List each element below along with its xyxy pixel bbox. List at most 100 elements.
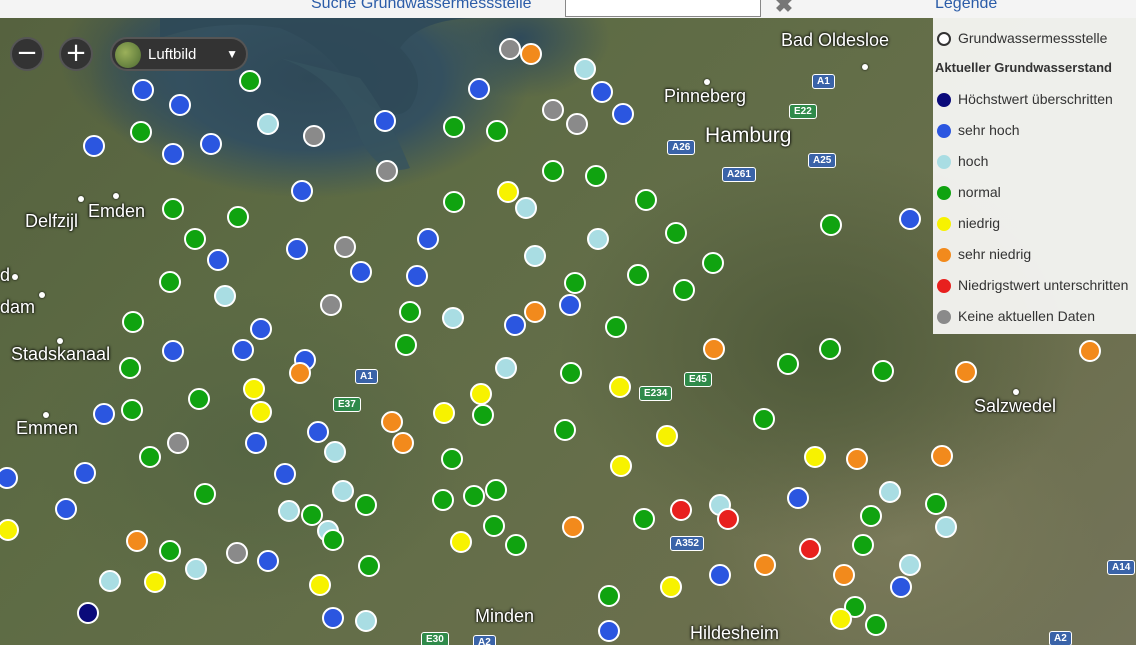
- station-marker-sehr-hoch[interactable]: [162, 340, 184, 362]
- station-marker-sehr-hoch[interactable]: [559, 294, 581, 316]
- station-marker-normal[interactable]: [121, 399, 143, 421]
- search-input[interactable]: [565, 0, 761, 17]
- station-marker-sehr-hoch[interactable]: [612, 103, 634, 125]
- station-marker-normal[interactable]: [188, 388, 210, 410]
- station-marker-normal[interactable]: [463, 485, 485, 507]
- zoom-in-button[interactable]: +: [59, 37, 93, 71]
- station-marker-normal[interactable]: [505, 534, 527, 556]
- station-marker-sehr-hoch[interactable]: [591, 81, 613, 103]
- station-marker-normal[interactable]: [441, 448, 463, 470]
- station-marker-normal[interactable]: [162, 198, 184, 220]
- station-marker-normal[interactable]: [139, 446, 161, 468]
- station-marker-normal[interactable]: [598, 585, 620, 607]
- station-marker-hoch[interactable]: [935, 516, 957, 538]
- station-marker-sehr-niedrig[interactable]: [1079, 340, 1101, 362]
- station-marker-sehr-niedrig[interactable]: [703, 338, 725, 360]
- station-marker-normal[interactable]: [627, 264, 649, 286]
- station-marker-sehr-hoch[interactable]: [890, 576, 912, 598]
- station-marker-sehr-hoch[interactable]: [286, 238, 308, 260]
- station-marker-normal[interactable]: [665, 222, 687, 244]
- station-marker-niedrig[interactable]: [433, 402, 455, 424]
- station-marker-hoch[interactable]: [515, 197, 537, 219]
- station-marker-niedrig[interactable]: [804, 446, 826, 468]
- station-marker-sehr-niedrig[interactable]: [754, 554, 776, 576]
- station-marker-normal[interactable]: [483, 515, 505, 537]
- station-marker-hoch[interactable]: [257, 113, 279, 135]
- station-marker-niedrig[interactable]: [243, 378, 265, 400]
- legend-title[interactable]: Legende: [935, 0, 997, 13]
- station-marker-normal[interactable]: [159, 540, 181, 562]
- station-marker-sehr-niedrig[interactable]: [392, 432, 414, 454]
- station-marker-normal[interactable]: [753, 408, 775, 430]
- station-marker-niedrig[interactable]: [309, 574, 331, 596]
- station-marker-sehr-hoch[interactable]: [899, 208, 921, 230]
- station-marker-normal[interactable]: [702, 252, 724, 274]
- station-marker-normal[interactable]: [925, 493, 947, 515]
- station-marker-hoch[interactable]: [214, 285, 236, 307]
- station-marker-niedrig[interactable]: [144, 571, 166, 593]
- station-marker-normal[interactable]: [358, 555, 380, 577]
- station-marker-hoch[interactable]: [332, 480, 354, 502]
- station-marker-niedrig[interactable]: [610, 455, 632, 477]
- station-marker-niedrig[interactable]: [0, 519, 19, 541]
- station-marker-normal[interactable]: [819, 338, 841, 360]
- station-marker-sehr-niedrig[interactable]: [931, 445, 953, 467]
- station-marker-normal[interactable]: [159, 271, 181, 293]
- station-marker-sehr-hoch[interactable]: [169, 94, 191, 116]
- station-marker-normal[interactable]: [605, 316, 627, 338]
- station-marker-normal[interactable]: [564, 272, 586, 294]
- station-marker-hoechst[interactable]: [77, 602, 99, 624]
- station-marker-sehr-hoch[interactable]: [232, 339, 254, 361]
- station-marker-normal[interactable]: [227, 206, 249, 228]
- station-marker-normal[interactable]: [852, 534, 874, 556]
- station-marker-normal[interactable]: [486, 120, 508, 142]
- station-marker-normal[interactable]: [485, 479, 507, 501]
- station-marker-sehr-niedrig[interactable]: [381, 411, 403, 433]
- station-marker-niedrig[interactable]: [497, 181, 519, 203]
- station-marker-sehr-hoch[interactable]: [83, 135, 105, 157]
- station-marker-normal[interactable]: [633, 508, 655, 530]
- station-marker-hoch[interactable]: [324, 441, 346, 463]
- station-marker-sehr-hoch[interactable]: [274, 463, 296, 485]
- station-marker-hoch[interactable]: [99, 570, 121, 592]
- station-marker-hoch[interactable]: [524, 245, 546, 267]
- station-marker-sehr-hoch[interactable]: [200, 133, 222, 155]
- station-marker-sehr-niedrig[interactable]: [289, 362, 311, 384]
- station-marker-keine[interactable]: [376, 160, 398, 182]
- station-marker-niedrigst[interactable]: [799, 538, 821, 560]
- station-marker-normal[interactable]: [673, 279, 695, 301]
- station-marker-sehr-hoch[interactable]: [245, 432, 267, 454]
- station-marker-sehr-hoch[interactable]: [374, 110, 396, 132]
- station-marker-sehr-hoch[interactable]: [93, 403, 115, 425]
- station-marker-normal[interactable]: [443, 116, 465, 138]
- station-marker-hoch[interactable]: [442, 307, 464, 329]
- station-marker-niedrig[interactable]: [250, 401, 272, 423]
- station-marker-hoch[interactable]: [278, 500, 300, 522]
- station-marker-hoch[interactable]: [355, 610, 377, 632]
- station-marker-sehr-hoch[interactable]: [74, 462, 96, 484]
- station-marker-normal[interactable]: [355, 494, 377, 516]
- station-marker-sehr-hoch[interactable]: [406, 265, 428, 287]
- station-marker-normal[interactable]: [820, 214, 842, 236]
- station-marker-hoch[interactable]: [587, 228, 609, 250]
- station-marker-sehr-hoch[interactable]: [504, 314, 526, 336]
- station-marker-normal[interactable]: [560, 362, 582, 384]
- station-marker-normal[interactable]: [119, 357, 141, 379]
- station-marker-hoch[interactable]: [185, 558, 207, 580]
- station-marker-sehr-hoch[interactable]: [598, 620, 620, 642]
- station-marker-keine[interactable]: [167, 432, 189, 454]
- station-marker-normal[interactable]: [130, 121, 152, 143]
- station-marker-normal[interactable]: [542, 160, 564, 182]
- station-marker-sehr-hoch[interactable]: [468, 78, 490, 100]
- station-marker-normal[interactable]: [865, 614, 887, 636]
- station-marker-sehr-hoch[interactable]: [162, 143, 184, 165]
- station-marker-normal[interactable]: [872, 360, 894, 382]
- station-marker-sehr-niedrig[interactable]: [562, 516, 584, 538]
- station-marker-keine[interactable]: [334, 236, 356, 258]
- station-marker-keine[interactable]: [303, 125, 325, 147]
- station-marker-normal[interactable]: [184, 228, 206, 250]
- station-marker-sehr-hoch[interactable]: [0, 467, 18, 489]
- station-marker-normal[interactable]: [472, 404, 494, 426]
- station-marker-normal[interactable]: [395, 334, 417, 356]
- station-marker-normal[interactable]: [777, 353, 799, 375]
